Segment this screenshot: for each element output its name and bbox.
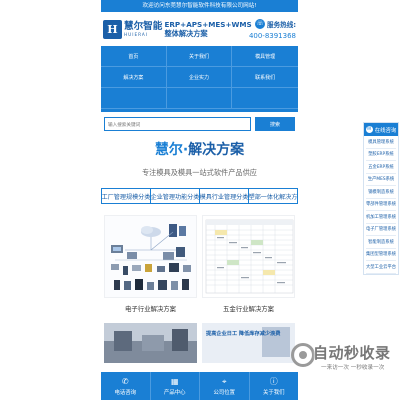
side-item[interactable]: 零部件管理系统 <box>366 199 396 211</box>
welcome-banner: 欢迎访问东莞慧尔智能软件科技有限公司网站! <box>101 0 298 12</box>
main-nav: 首页 关于我们 模具管理 解决方案 企业实力 联系我们 <box>101 46 298 109</box>
hotline-label: 服务热线: <box>266 20 296 29</box>
category-tabs: 工厂管理规模分类 企业管理功能分类 模具行业管理分类 塑部一体化解决方 <box>101 188 298 204</box>
search-input[interactable] <box>104 117 251 131</box>
tagline-solution: 整体解决方案 <box>164 29 208 38</box>
factory-photo-illustration <box>104 323 197 363</box>
page: 欢迎访问东莞慧尔智能软件科技有限公司网站! H 慧尔智能 HUIERAI ERP… <box>0 0 400 400</box>
logo-text: 慧尔智能 HUIERAI <box>124 21 162 38</box>
hotline-number[interactable]: 400-8391368 <box>249 32 296 40</box>
side-item[interactable]: 生产MES系统 <box>366 174 396 186</box>
watermark-title: 自动秒收录 <box>313 344 391 362</box>
product-card-promo[interactable]: 提高企业日工 降低库存减少浪费 <box>202 323 295 363</box>
online-consult-panel: ✉ 在线咨询 模具管理系统 塑胶ERP系统 五金ERP系统 生产MES系统 钢模… <box>363 122 399 275</box>
contact: ☏ 服务热线: 400-8391368 <box>246 18 296 40</box>
product-card-hardware[interactable]: 五金行业解决方案 <box>202 215 295 313</box>
report-table-illustration <box>203 216 294 297</box>
nav-empty-cell <box>232 88 298 109</box>
side-item[interactable]: 大型工业云平台 <box>366 261 396 274</box>
nav-item-solutions[interactable]: 解决方案 <box>101 67 167 88</box>
side-item[interactable]: 五金ERP系统 <box>366 161 396 174</box>
promo-text: 提高企业日工 降低库存减少浪费 <box>206 331 281 337</box>
product-caption-electronics: 电子行业解决方案 <box>124 305 177 313</box>
bottom-nav-products-label: 产品中心 <box>163 389 186 396</box>
product-card-partial[interactable] <box>104 323 197 363</box>
bottom-nav-products[interactable]: ▦ 产品中心 <box>151 372 200 400</box>
tab-factory-scale[interactable]: 工厂管理规模分类 <box>101 188 151 204</box>
info-icon: ⓘ <box>269 376 278 386</box>
solutions-subtitle: 专注模具及模具一站式软件产品供应 <box>141 168 257 177</box>
tagline-products: ERP+APS+MES+WMS <box>164 20 252 29</box>
nav-item-home[interactable]: 首页 <box>101 46 167 67</box>
product-card-electronics[interactable]: 电子行业解决方案 <box>104 215 197 313</box>
solutions-title: 慧尔·解决方案 <box>101 142 298 159</box>
header: H 慧尔智能 HUIERAI ERP+APS+MES+WMS 整体解决方案 ☏ … <box>101 12 298 46</box>
logo-mark-icon: H <box>103 19 122 39</box>
side-item[interactable]: 智能制造系统 <box>366 236 396 249</box>
search-button[interactable]: 搜索 <box>255 117 295 131</box>
side-item[interactable]: 模具管理系统 <box>366 136 396 149</box>
tab-enterprise-function[interactable]: 企业管理功能分类 <box>151 188 200 204</box>
nav-empty-cell <box>166 88 233 109</box>
hardware-solution-image <box>202 215 295 298</box>
bottom-nav-location[interactable]: ⌖ 公司位置 <box>200 372 250 400</box>
watermark: 自动秒收录 一来访一次 一秒收录一次 <box>291 341 400 379</box>
side-item[interactable]: 电子厂管理系统 <box>366 224 396 236</box>
nav-item-contact[interactable]: 联系我们 <box>232 67 298 88</box>
nav-item-strength[interactable]: 企业实力 <box>166 67 233 88</box>
logo-name: 慧尔智能 <box>124 20 163 32</box>
online-consult-header[interactable]: ✉ 在线咨询 <box>364 123 398 136</box>
map-pin-icon: ⌖ <box>221 376 227 386</box>
logo-english: HUIERAI <box>124 31 148 37</box>
bottom-nav-about-label: 关于我们 <box>262 389 285 396</box>
search-bar: 搜索 <box>101 117 298 131</box>
online-consult-title: 在线咨询 <box>374 127 397 134</box>
bottom-nav-phone-label: 电话咨询 <box>114 389 137 396</box>
side-item[interactable]: 塑胶ERP系统 <box>366 149 396 161</box>
chat-icon: ✉ <box>365 126 373 133</box>
phone-icon: ✆ <box>121 376 129 386</box>
bottom-nav: ✆ 电话咨询 ▦ 产品中心 ⌖ 公司位置 ⓘ 关于我们 <box>101 372 298 400</box>
bottom-nav-location-label: 公司位置 <box>213 389 236 396</box>
tagline: ERP+APS+MES+WMS 整体解决方案 <box>164 20 252 38</box>
tab-integrated-solution[interactable]: 塑部一体化解决方 <box>249 188 298 204</box>
side-item[interactable]: 机加工管理系统 <box>366 211 396 224</box>
electronics-solution-image <box>104 215 197 298</box>
nav-bottom-strip <box>101 109 298 112</box>
nav-item-mold-management[interactable]: 模具管理 <box>232 46 298 67</box>
nav-item-about[interactable]: 关于我们 <box>166 46 233 67</box>
solutions-title-text: 解决方案 <box>188 142 245 158</box>
solutions-title-brand: 慧尔 <box>154 142 183 158</box>
tab-mold-industry[interactable]: 模具行业管理分类 <box>200 188 249 204</box>
logo[interactable]: H 慧尔智能 HUIERAI <box>103 19 163 39</box>
side-item[interactable]: 钢模制造系统 <box>366 186 396 199</box>
nav-empty-cell <box>101 88 167 109</box>
grid-icon: ▦ <box>170 376 179 386</box>
product-grid-second-row: 提高企业日工 降低库存减少浪费 <box>101 323 298 363</box>
bottom-nav-phone[interactable]: ✆ 电话咨询 <box>101 372 151 400</box>
hotline-row: ☏ 服务热线: <box>254 18 296 29</box>
watermark-subtitle: 一来访一次 一秒收录一次 <box>321 365 385 371</box>
network-diagram-illustration <box>105 216 196 297</box>
promo-banner-illustration <box>202 323 295 363</box>
mobile-page: 欢迎访问东莞慧尔智能软件科技有限公司网站! H 慧尔智能 HUIERAI ERP… <box>101 0 298 400</box>
phone-icon: ☏ <box>254 18 265 29</box>
side-item[interactable]: 集团型管理系统 <box>366 249 396 261</box>
bottom-nav-about[interactable]: ⓘ 关于我们 <box>250 372 299 400</box>
product-grid: 电子行业解决方案 五金行业解决方案 <box>101 215 298 313</box>
product-caption-hardware: 五金行业解决方案 <box>222 305 275 313</box>
